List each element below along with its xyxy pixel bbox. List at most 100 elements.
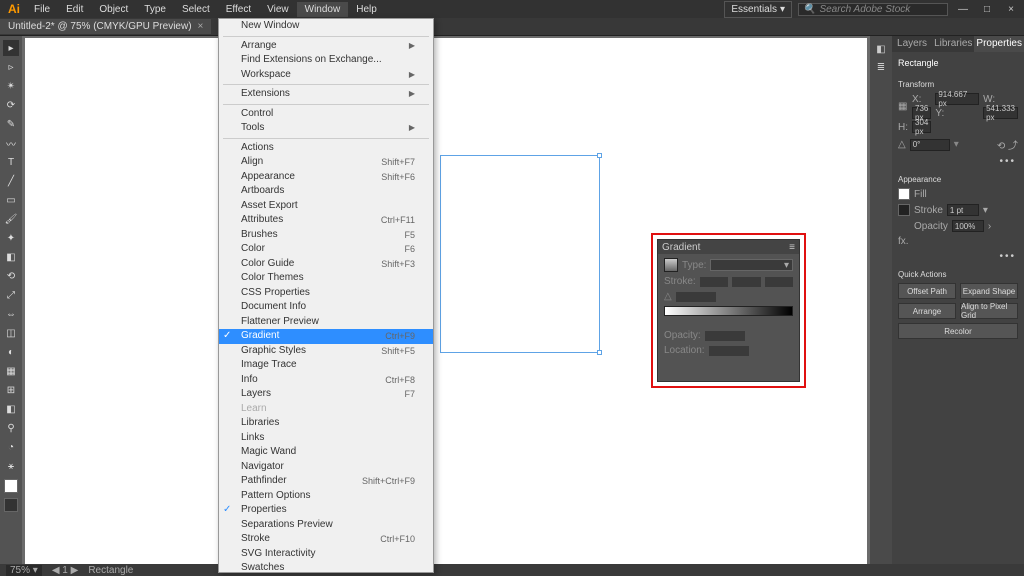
menu-window[interactable]: Window [297,2,349,17]
close-button[interactable]: × [1002,3,1020,15]
menu-item-libraries[interactable]: Libraries [219,416,433,431]
menu-item-actions[interactable]: Actions [219,141,433,156]
menu-type[interactable]: Type [136,2,174,17]
panel-menu-icon[interactable]: ≡ [789,242,795,253]
magic-wand-tool[interactable]: ✴ [3,78,19,94]
lasso-tool[interactable]: ⟳ [3,97,19,113]
menu-item-image-trace[interactable]: Image Trace [219,358,433,373]
fill-swatch-button[interactable] [898,188,910,200]
menu-item-svg-interactivity[interactable]: SVG Interactivity [219,547,433,562]
menu-item-links[interactable]: Links [219,431,433,446]
menu-item-properties[interactable]: ✓Properties [219,503,433,518]
document-tab[interactable]: Untitled-2* @ 75% (CMYK/GPU Preview) × [0,19,211,34]
dock-properties-icon[interactable]: ◧ [874,42,888,56]
transform-more[interactable]: ••• [898,156,1018,167]
stroke-type-1[interactable] [700,277,728,287]
scale-tool[interactable]: ⤢ [3,287,19,303]
menu-object[interactable]: Object [91,2,136,17]
close-tab-icon[interactable]: × [198,21,204,32]
mesh-tool[interactable]: ⊞ [3,382,19,398]
panel-tab-libraries[interactable]: Libraries [932,36,974,52]
angle-input[interactable]: 0° [910,139,950,151]
menu-item-magic-wand[interactable]: Magic Wand [219,445,433,460]
selection-tool[interactable]: ▸ [3,40,19,56]
pen-tool[interactable]: ✎ [3,116,19,132]
qa-arrange[interactable]: Arrange [898,303,956,319]
menu-item-stroke[interactable]: StrokeCtrl+F10 [219,532,433,547]
appearance-more[interactable]: ••• [898,251,1018,262]
qa-recolor[interactable]: Recolor [898,323,1018,339]
menu-item-tools[interactable]: Tools▶ [219,121,433,136]
window-menu[interactable]: New Window Arrange▶Find Extensions on Exc… [218,18,434,573]
stroke-type-3[interactable] [765,277,793,287]
menu-item-color-themes[interactable]: Color Themes [219,271,433,286]
y-input[interactable]: 541.333 px [983,107,1018,119]
stroke-weight-input[interactable]: 1 pt [947,204,979,216]
paintbrush-tool[interactable]: 🖌 [3,211,19,227]
direct-selection-tool[interactable]: ▹ [3,59,19,75]
rectangle-tool[interactable]: ▭ [3,192,19,208]
menu-item-workspace[interactable]: Workspace▶ [219,68,433,83]
gradient-slider[interactable] [664,306,793,316]
zoom-select[interactable]: 75% ▾ [6,565,42,576]
menu-item-align[interactable]: AlignShift+F7 [219,155,433,170]
maximize-button[interactable]: □ [978,3,996,15]
menu-item-separations-preview[interactable]: Separations Preview [219,518,433,533]
qa-align-to-pixel-grid[interactable]: Align to Pixel Grid [960,303,1018,319]
menu-item-control[interactable]: Control [219,107,433,122]
type-tool[interactable]: T [3,154,19,170]
qa-expand-shape[interactable]: Expand Shape [960,283,1018,299]
fill-swatch[interactable] [4,479,18,493]
gradient-type-select[interactable]: ▾ [710,259,793,271]
gradient-preview-swatch[interactable] [664,258,678,272]
x-input[interactable]: 914.667 px [935,93,979,105]
selection-handle[interactable] [597,350,602,355]
menu-item-arrange[interactable]: Arrange▶ [219,39,433,54]
menu-item-gradient[interactable]: ✓GradientCtrl+F9 [219,329,433,344]
ref-point-icon[interactable]: ▦ [898,101,908,112]
minimize-button[interactable]: — [954,3,972,15]
menu-item-appearance[interactable]: AppearanceShift+F6 [219,170,433,185]
menu-item-extensions[interactable]: Extensions▶ [219,87,433,102]
menu-item-new-window[interactable]: New Window [219,19,433,34]
fx-icon[interactable]: fx. [898,236,909,247]
panel-tab-layers[interactable]: Layers [892,36,932,52]
menu-edit[interactable]: Edit [58,2,91,17]
eraser-tool[interactable]: ◧ [3,249,19,265]
free-transform-tool[interactable]: ◫ [3,325,19,341]
menu-item-swatches[interactable]: Swatches [219,561,433,573]
menu-item-navigator[interactable]: Navigator [219,460,433,475]
menu-item-color-guide[interactable]: Color GuideShift+F3 [219,257,433,272]
gradient-angle-input[interactable] [676,292,716,302]
panel-tab-properties[interactable]: Properties [974,36,1024,52]
rotate-tool[interactable]: ⟲ [3,268,19,284]
shaper-tool[interactable]: ✦ [3,230,19,246]
opacity-input[interactable]: 100% [952,220,984,232]
width-tool[interactable]: ⇔ [3,306,19,322]
eyedropper-tool[interactable]: ⚲ [3,420,19,436]
workspace-switcher[interactable]: Essentials▾ [724,1,792,18]
stroke-type-2[interactable] [732,277,760,287]
menu-item-graphic-styles[interactable]: Graphic StylesShift+F5 [219,344,433,359]
blend-tool[interactable]: ◔ [3,439,19,455]
shape-builder-tool[interactable]: ◐ [3,344,19,360]
stroke-swatch-button[interactable] [898,204,910,216]
menu-effect[interactable]: Effect [218,2,259,17]
menu-item-pathfinder[interactable]: PathfinderShift+Ctrl+F9 [219,474,433,489]
gradient-stop-opacity[interactable] [705,331,745,341]
selection-handle[interactable] [597,153,602,158]
menu-help[interactable]: Help [348,2,385,17]
menu-item-find-extensions-on-exchange-[interactable]: Find Extensions on Exchange... [219,53,433,68]
menu-item-artboards[interactable]: Artboards [219,184,433,199]
perspective-tool[interactable]: ▦ [3,363,19,379]
selected-rectangle[interactable] [440,155,600,353]
gradient-stop-location[interactable] [709,346,749,356]
menu-select[interactable]: Select [174,2,218,17]
menu-item-css-properties[interactable]: CSS Properties [219,286,433,301]
curvature-tool[interactable]: 〰 [3,135,19,151]
symbol-sprayer-tool[interactable]: ⚹ [3,458,19,474]
menu-item-attributes[interactable]: AttributesCtrl+F11 [219,213,433,228]
menu-file[interactable]: File [26,2,58,17]
canvas-area[interactable]: Gradient ≡ Type: ▾ Stroke: [22,36,870,566]
menu-item-color[interactable]: ColorF6 [219,242,433,257]
